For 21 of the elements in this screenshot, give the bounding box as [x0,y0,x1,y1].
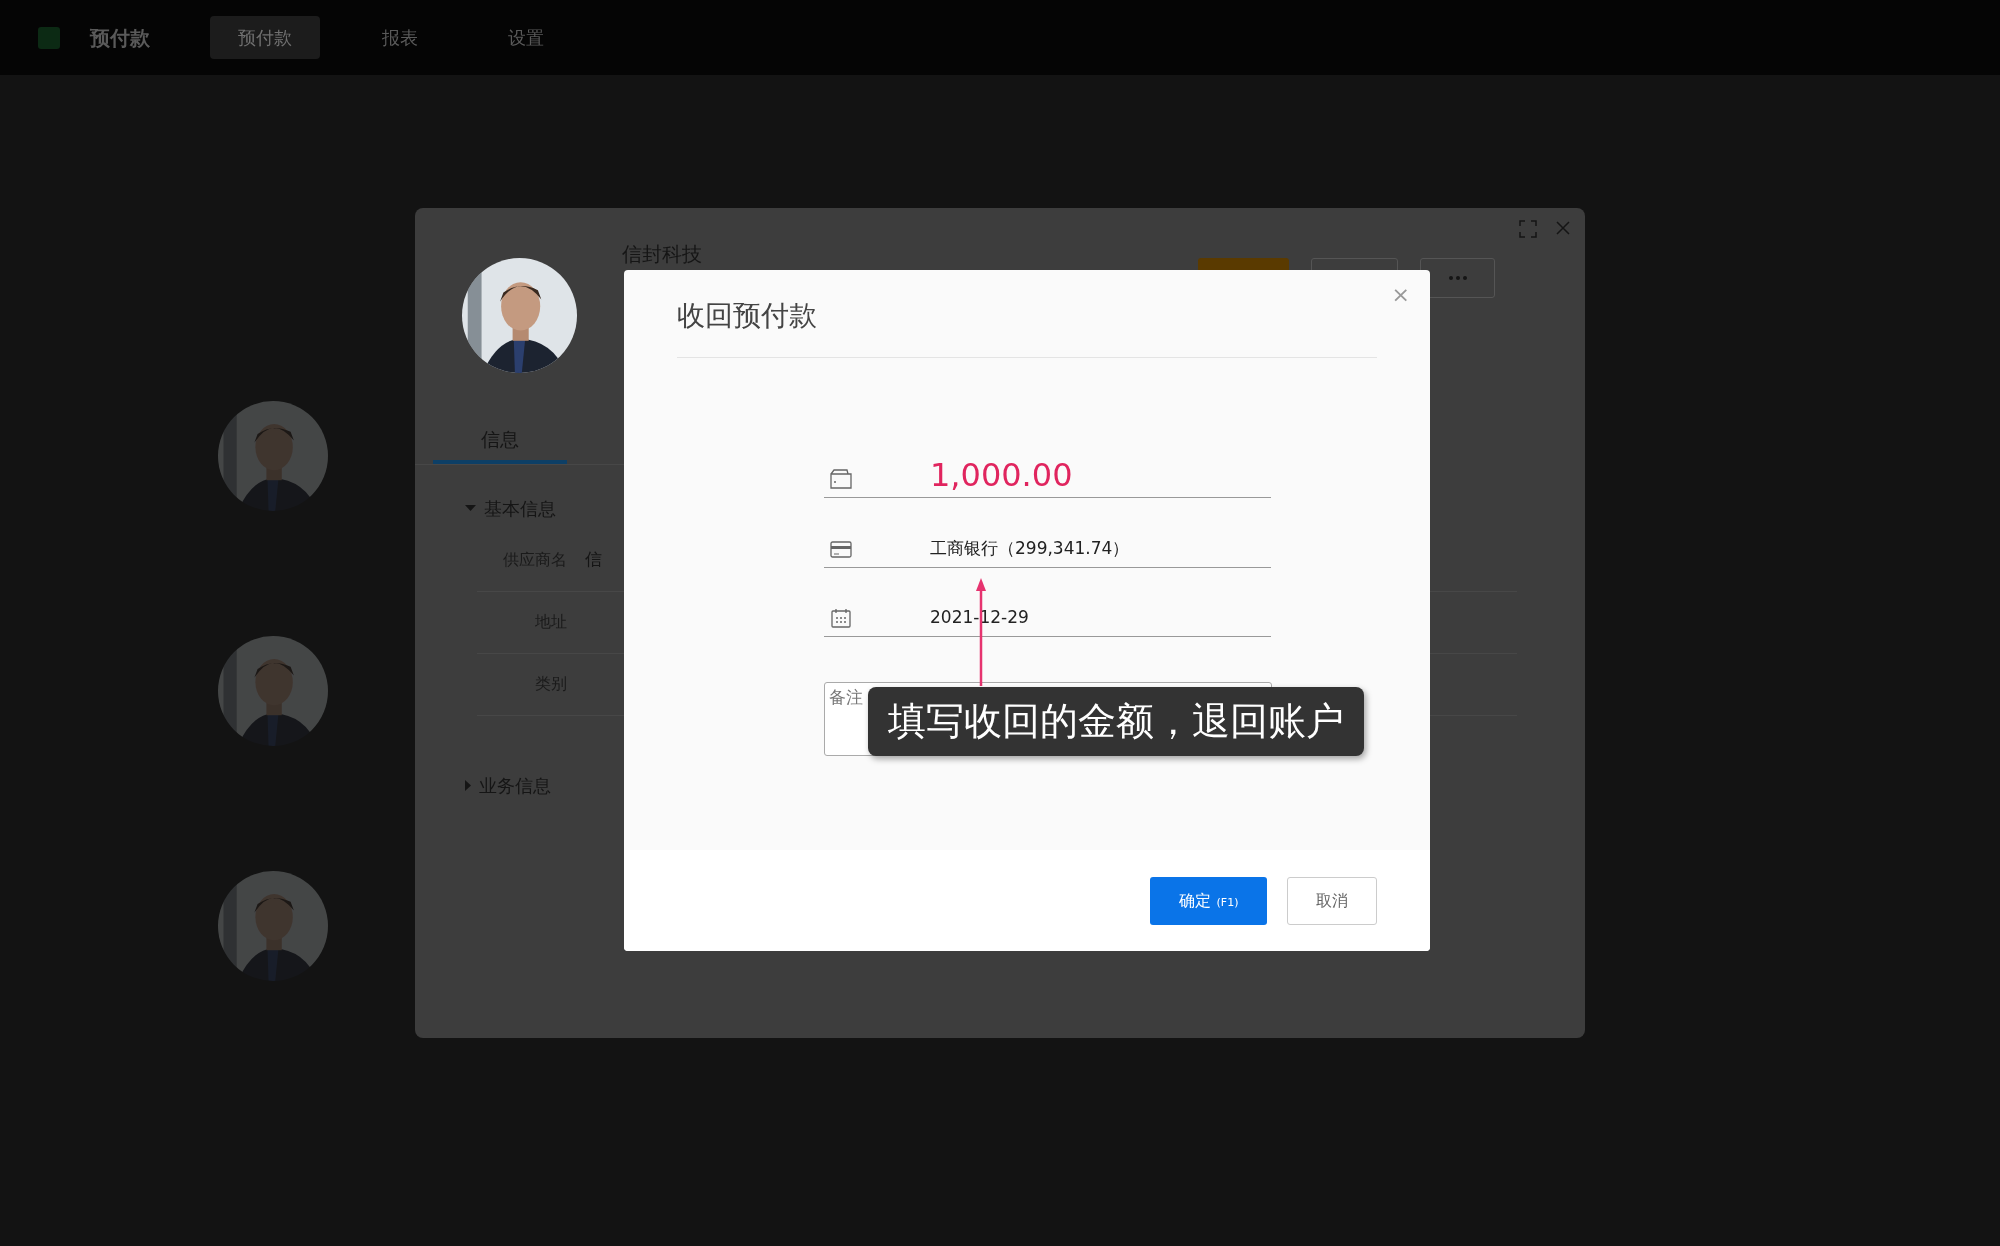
cancel-button[interactable]: 取消 [1287,876,1377,925]
logo-icon [38,26,60,49]
more-button[interactable] [1420,258,1495,298]
more-icon [1447,275,1468,281]
amount-value[interactable]: 1,000.00 [930,459,1073,491]
app-logo-text: 预付款 [90,24,150,52]
calendar-icon [830,608,852,628]
wallet-icon [830,469,852,489]
close-icon[interactable] [1555,220,1571,236]
annotation-tooltip: 填写收回的金额，退回账户 [868,687,1364,756]
expand-icon[interactable] [1519,220,1537,238]
account-value[interactable]: 工商银行（299,341.74） [930,535,1130,561]
close-button[interactable]: × [1387,282,1414,308]
nav-tab[interactable]: 设置 [480,16,572,59]
caret-right-icon[interactable] [465,779,471,791]
caret-down-icon[interactable] [465,505,476,511]
nav-tab[interactable]: 预付款 [210,16,320,59]
dialog-title: 收回预付款 [677,298,817,334]
confirm-button[interactable]: 确定 (F1) [1150,876,1267,925]
nav-tab[interactable]: 报表 [354,16,446,59]
card-icon [830,539,852,559]
